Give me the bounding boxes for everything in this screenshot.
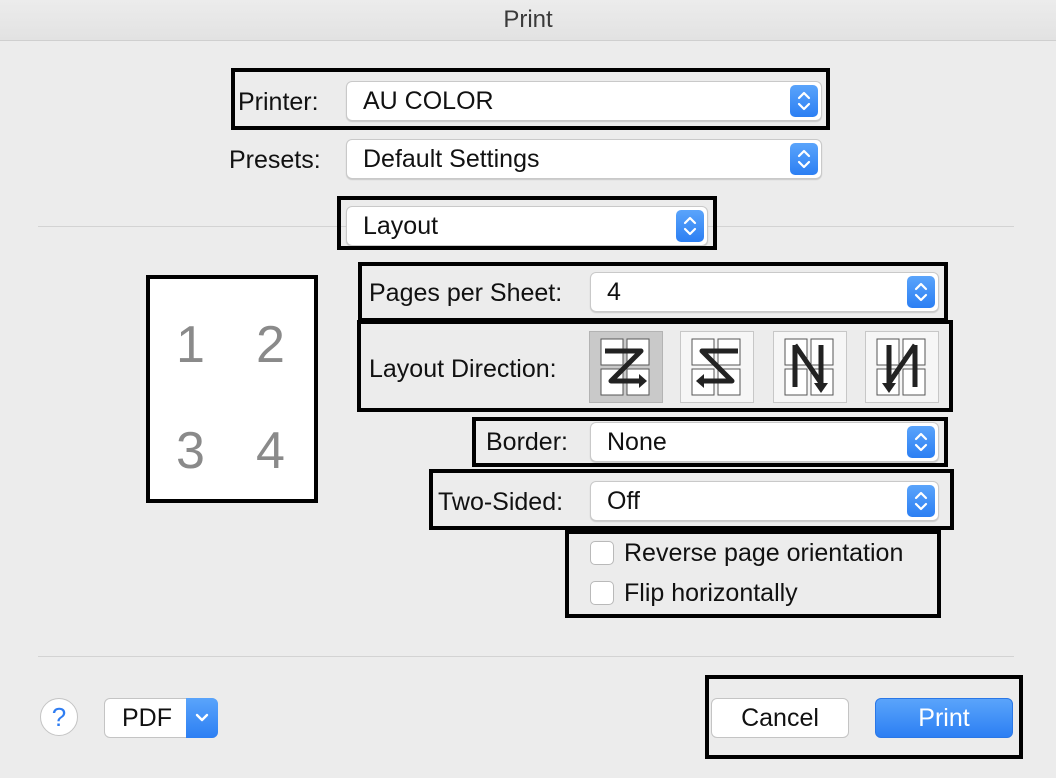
reverse-z-pattern-icon	[691, 338, 741, 396]
layout-direction-z-button[interactable]	[589, 331, 663, 403]
bottom-separator	[38, 656, 1014, 657]
preview-page-2: 2	[256, 316, 285, 374]
two-sided-select[interactable]: Off	[590, 481, 939, 521]
section-select-stepper-icon	[676, 210, 704, 242]
layout-direction-n-button[interactable]	[773, 331, 847, 403]
pdf-dropdown-chevron-icon	[186, 698, 218, 738]
two-sided-select-value: Off	[607, 487, 640, 515]
layout-direction-reverse-z-button[interactable]	[680, 331, 754, 403]
n-pattern-icon	[784, 338, 834, 396]
printer-label: Printer:	[238, 88, 319, 116]
border-select[interactable]: None	[590, 422, 939, 462]
reverse-orientation-checkbox[interactable]	[590, 541, 614, 565]
printer-select-stepper-icon	[790, 85, 818, 117]
presets-select-value: Default Settings	[363, 145, 540, 173]
flip-horizontally-label[interactable]: Flip horizontally	[624, 579, 798, 608]
print-button[interactable]: Print	[875, 698, 1013, 738]
section-select-value: Layout	[363, 212, 439, 240]
pdf-menu-button[interactable]: PDF	[104, 698, 218, 738]
presets-select-stepper-icon	[790, 143, 818, 175]
border-label: Border:	[486, 428, 568, 456]
section-select[interactable]: Layout	[346, 206, 708, 246]
pdf-label: PDF	[122, 704, 172, 732]
preview-page-3: 3	[176, 422, 205, 480]
pages-per-sheet-label: Pages per Sheet:	[369, 279, 563, 307]
flip-horizontally-checkbox[interactable]	[590, 581, 614, 605]
two-sided-select-stepper-icon	[907, 485, 935, 517]
pages-per-sheet-select[interactable]: 4	[590, 272, 939, 312]
printer-select-value: AU COLOR	[363, 87, 494, 115]
border-select-stepper-icon	[907, 426, 935, 458]
two-sided-label: Two-Sided:	[438, 488, 564, 516]
border-select-value: None	[607, 428, 667, 456]
reverse-orientation-label[interactable]: Reverse page orientation	[624, 539, 903, 568]
z-pattern-icon	[600, 338, 650, 396]
pages-per-sheet-stepper-icon	[907, 276, 935, 308]
window-title: Print	[0, 0, 1056, 41]
printer-select[interactable]: AU COLOR	[346, 81, 822, 121]
layout-direction-reverse-n-button[interactable]	[865, 331, 939, 403]
presets-select[interactable]: Default Settings	[346, 139, 822, 179]
reverse-n-pattern-icon	[876, 338, 926, 396]
layout-direction-label: Layout Direction:	[369, 355, 557, 383]
pages-per-sheet-value: 4	[607, 278, 621, 306]
preview-page-4: 4	[256, 422, 285, 480]
presets-label: Presets:	[229, 146, 321, 174]
help-button[interactable]: ?	[40, 698, 78, 736]
preview-page-1: 1	[176, 316, 205, 374]
page-preview: 1 2 3 4	[146, 275, 318, 503]
cancel-button[interactable]: Cancel	[711, 698, 849, 738]
